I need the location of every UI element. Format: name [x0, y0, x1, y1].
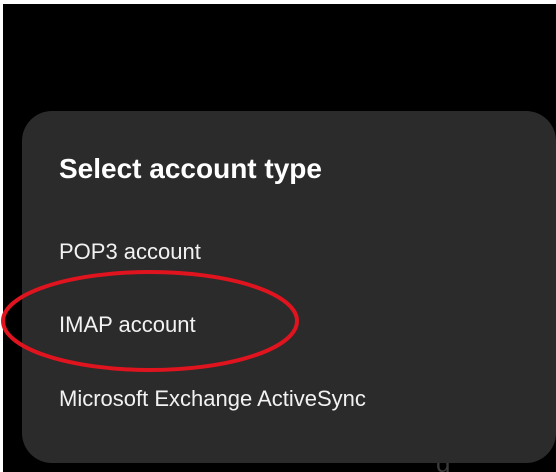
- account-type-dialog: Select account type POP3 account IMAP ac…: [22, 111, 556, 463]
- option-pop3-account[interactable]: POP3 account: [59, 239, 201, 265]
- top-edge: [0, 0, 556, 4]
- left-edge: [0, 0, 3, 472]
- option-microsoft-exchange-activesync[interactable]: Microsoft Exchange ActiveSync: [59, 386, 366, 412]
- option-imap-account[interactable]: IMAP account: [59, 312, 196, 338]
- dialog-title: Select account type: [59, 153, 322, 184]
- screen: g Select account type POP3 account IMAP …: [0, 0, 556, 472]
